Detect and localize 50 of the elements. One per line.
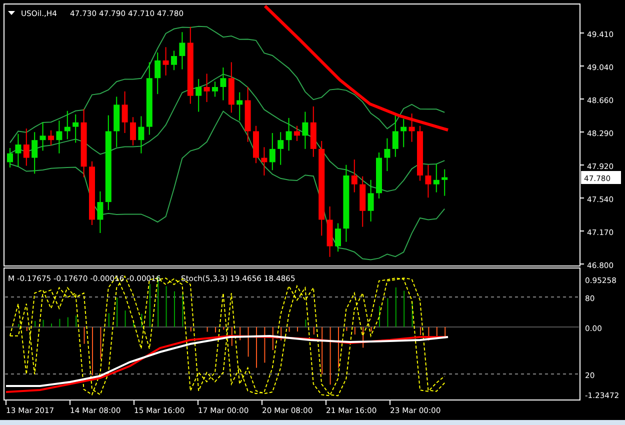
candle <box>122 90 128 134</box>
candle <box>425 164 432 198</box>
candle <box>286 117 292 152</box>
candle <box>40 122 46 152</box>
candle <box>392 114 398 158</box>
candle <box>278 132 284 166</box>
candle <box>23 128 30 166</box>
candle <box>171 50 177 71</box>
candle <box>253 125 259 164</box>
candle <box>335 222 341 252</box>
candle <box>326 206 333 258</box>
candle <box>408 113 415 142</box>
candle <box>72 114 79 144</box>
candle <box>15 133 22 168</box>
candle <box>97 190 104 234</box>
candle <box>376 152 382 199</box>
candle <box>351 159 358 193</box>
candle <box>400 118 407 148</box>
candle <box>138 116 144 154</box>
candle <box>228 62 234 114</box>
candle <box>204 73 210 103</box>
candle <box>7 148 13 168</box>
candle <box>368 179 374 222</box>
candle <box>384 138 390 172</box>
candle <box>130 116 136 146</box>
candle <box>56 120 62 154</box>
candle <box>80 108 87 178</box>
candle <box>48 130 54 146</box>
candle <box>179 32 186 70</box>
candle <box>433 163 440 193</box>
candle <box>244 86 251 142</box>
candle <box>442 168 448 196</box>
candle <box>212 81 218 98</box>
candle <box>269 132 276 171</box>
candle <box>294 125 300 142</box>
candle <box>196 78 202 112</box>
candle <box>220 67 226 101</box>
candle <box>261 146 268 176</box>
candle <box>154 52 161 95</box>
candle <box>114 96 120 148</box>
candle <box>417 125 423 182</box>
candle <box>64 110 70 140</box>
candle <box>32 132 38 174</box>
dropdown-triangle-icon[interactable] <box>8 11 15 15</box>
candle <box>236 92 243 122</box>
candle <box>310 106 316 158</box>
candle <box>302 111 308 150</box>
candle <box>162 46 169 76</box>
candle <box>360 176 366 228</box>
candle <box>89 160 95 226</box>
